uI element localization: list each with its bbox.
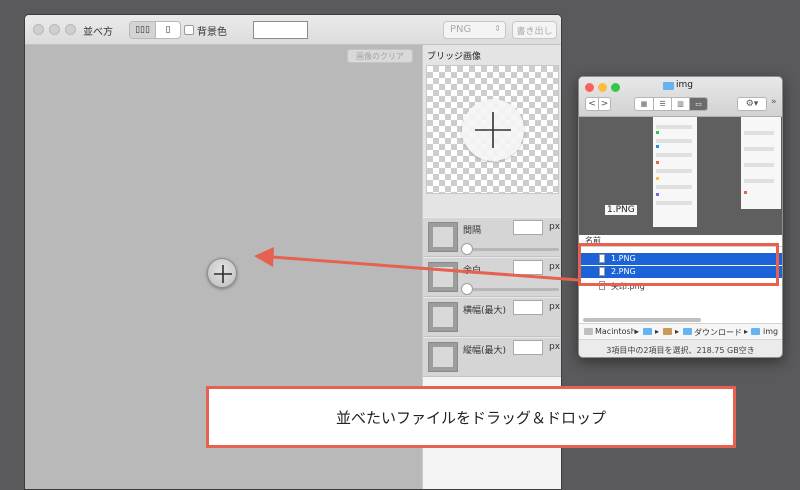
max-height-icon	[428, 342, 458, 372]
export-button[interactable]: 書き出し	[512, 21, 557, 39]
path-separator: ▸	[655, 327, 660, 336]
margin-unit: px	[549, 262, 561, 272]
path-item-downloads[interactable]: ダウンロード	[694, 327, 742, 338]
finder-nav: < >	[585, 97, 611, 111]
format-value: PNG	[450, 24, 472, 35]
preview-filename: 1.PNG	[605, 205, 637, 215]
spacing-icon	[428, 222, 458, 252]
disk-icon	[584, 328, 593, 335]
back-button[interactable]: <	[586, 98, 598, 110]
finder-close-button[interactable]	[585, 83, 594, 92]
plus-icon	[475, 112, 511, 148]
column-view-button[interactable]: ▥	[671, 98, 689, 110]
clear-images-button[interactable]: 画像のクリア	[347, 49, 413, 63]
gallery-preview: 1.PNG	[579, 117, 782, 271]
preview-thumbnail-next[interactable]	[741, 117, 781, 209]
bg-color-label: 背景色	[197, 27, 227, 38]
view-mode-segment: ▦ ☰ ▥ ▭	[634, 97, 708, 111]
margin-slider[interactable]	[467, 288, 559, 291]
path-separator: ▸	[744, 327, 749, 336]
finder-minimize-button[interactable]	[598, 83, 607, 92]
add-image-button[interactable]	[207, 258, 237, 288]
bridge-image-well[interactable]	[426, 65, 559, 194]
spacing-input[interactable]	[513, 220, 543, 235]
path-separator: ▸	[675, 327, 680, 336]
list-scrollbar[interactable]	[583, 318, 701, 322]
zoom-window-button[interactable]	[65, 24, 76, 35]
gallery-view-button[interactable]: ▭	[689, 98, 707, 110]
bridge-image-title: ブリッジ画像	[427, 52, 482, 62]
close-window-button[interactable]	[33, 24, 44, 35]
preview-thumbnail-main[interactable]	[653, 117, 697, 227]
margin-input[interactable]	[513, 260, 543, 275]
spacing-unit: px	[549, 222, 561, 232]
minimize-window-button[interactable]	[49, 24, 60, 35]
path-item-img[interactable]: img	[763, 327, 778, 336]
toolbar-overflow-button[interactable]: »	[771, 97, 777, 107]
max-height-unit: px	[549, 342, 561, 352]
max-width-unit: px	[549, 302, 561, 312]
home-icon[interactable]	[663, 328, 672, 335]
path-item-disk[interactable]: Macintosh	[595, 327, 636, 336]
arrange-horizontal-button[interactable]: ▯▯▯	[130, 22, 155, 38]
plus-icon	[214, 265, 232, 283]
bg-color-checkbox[interactable]	[184, 25, 194, 35]
max-height-input[interactable]	[513, 340, 543, 355]
margin-row: 余白 px	[423, 257, 561, 297]
max-width-label: 横幅(最大)	[463, 306, 507, 316]
margin-icon	[428, 262, 458, 292]
margin-label: 余白	[463, 266, 482, 276]
max-width-row: 横幅(最大) px	[423, 297, 561, 337]
arrange-mode-segment: ▯▯▯ ▯	[129, 21, 181, 39]
finder-zoom-button[interactable]	[611, 83, 620, 92]
arrange-label: 並べ方	[83, 27, 113, 38]
add-bridge-image-button[interactable]	[462, 99, 524, 161]
path-separator: ▸	[635, 327, 640, 336]
arrange-vertical-button[interactable]: ▯	[155, 22, 180, 38]
downloads-folder-icon	[683, 328, 692, 335]
bg-color-well[interactable]	[253, 21, 308, 39]
selection-highlight-frame	[578, 243, 779, 286]
spacing-slider[interactable]	[467, 248, 559, 251]
chevron-updown-icon: ⇕	[494, 24, 501, 33]
max-height-row: 縦幅(最大) px	[423, 337, 561, 377]
spacing-slider-knob[interactable]	[461, 243, 473, 255]
max-width-icon	[428, 302, 458, 332]
finder-title: img	[676, 80, 693, 90]
list-view-button[interactable]: ☰	[653, 98, 671, 110]
format-select[interactable]: PNG ⇕	[443, 21, 506, 39]
status-bar: 3項目中の2項目を選択、218.75 GB空き	[579, 339, 782, 357]
instruction-text: 並べたいファイルをドラッグ＆ドロップ	[335, 408, 606, 427]
icon-view-button[interactable]: ▦	[635, 98, 653, 110]
margin-slider-knob[interactable]	[461, 283, 473, 295]
forward-button[interactable]: >	[598, 98, 610, 110]
folder-icon[interactable]	[643, 328, 652, 335]
spacing-row: 間隔 px	[423, 217, 561, 257]
max-height-label: 縦幅(最大)	[463, 346, 507, 356]
finder-toolbar: img < > ▦ ☰ ▥ ▭ ⚙▾ »	[579, 77, 782, 117]
finder-window: img < > ▦ ☰ ▥ ▭ ⚙▾ » 1.PNG 名前 1.PNG 2.PN…	[578, 76, 783, 358]
action-gear-button[interactable]: ⚙▾	[737, 97, 767, 111]
path-bar: Macintosh ▸ ▸ ▸ ダウンロード ▸ img	[579, 323, 782, 339]
instruction-caption: 並べたいファイルをドラッグ＆ドロップ	[206, 386, 736, 448]
folder-icon	[751, 328, 760, 335]
spacing-label: 間隔	[463, 226, 482, 236]
toolbar: 並べ方 ▯▯▯ ▯ 背景色 PNG ⇕ 書き出し	[25, 15, 561, 45]
folder-icon	[663, 82, 674, 90]
max-width-input[interactable]	[513, 300, 543, 315]
